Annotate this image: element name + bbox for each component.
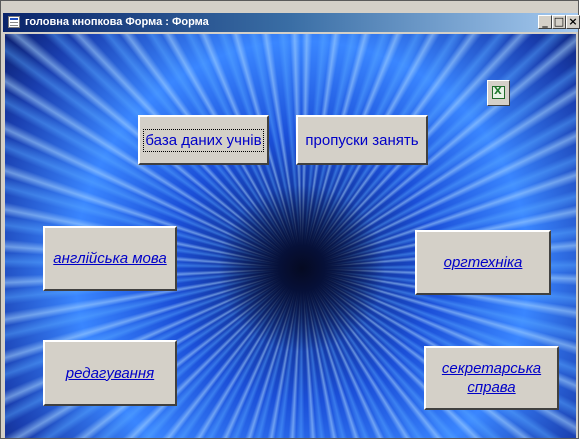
form-background: база даних учнів пропуски занять англійс… xyxy=(5,34,576,438)
secretarial-work-label-line2: справа xyxy=(467,379,516,396)
minimize-button[interactable]: _ xyxy=(538,15,552,29)
form-icon[interactable] xyxy=(8,16,20,28)
window-title: головна кнопкова Форма : Форма xyxy=(25,16,209,28)
english-language-label: англійська мова xyxy=(53,250,167,267)
secretarial-work-button[interactable]: секретарська справа xyxy=(424,346,559,410)
maximize-button[interactable]: □ xyxy=(552,15,566,29)
students-database-button[interactable]: база даних учнів xyxy=(138,115,269,165)
secretarial-work-label-line1: секретарська xyxy=(441,360,542,377)
absences-button[interactable]: пропуски занять xyxy=(296,115,428,165)
excel-export-button[interactable] xyxy=(487,80,510,106)
editing-label: редагування xyxy=(65,364,155,382)
close-button[interactable]: × xyxy=(566,15,580,29)
office-equipment-label: оргтехніка xyxy=(443,254,523,271)
office-equipment-button[interactable]: оргтехніка xyxy=(415,230,551,295)
english-language-button[interactable]: англійська мова xyxy=(43,226,177,291)
app-window: головна кнопкова Форма : Форма _ □ × баз… xyxy=(0,0,580,439)
title-bar[interactable]: головна кнопкова Форма : Форма _ □ × xyxy=(3,13,580,32)
absences-label: пропуски занять xyxy=(305,131,419,149)
editing-button[interactable]: редагування xyxy=(43,340,177,406)
students-database-label: база даних учнів xyxy=(143,128,264,152)
excel-icon xyxy=(492,86,505,99)
